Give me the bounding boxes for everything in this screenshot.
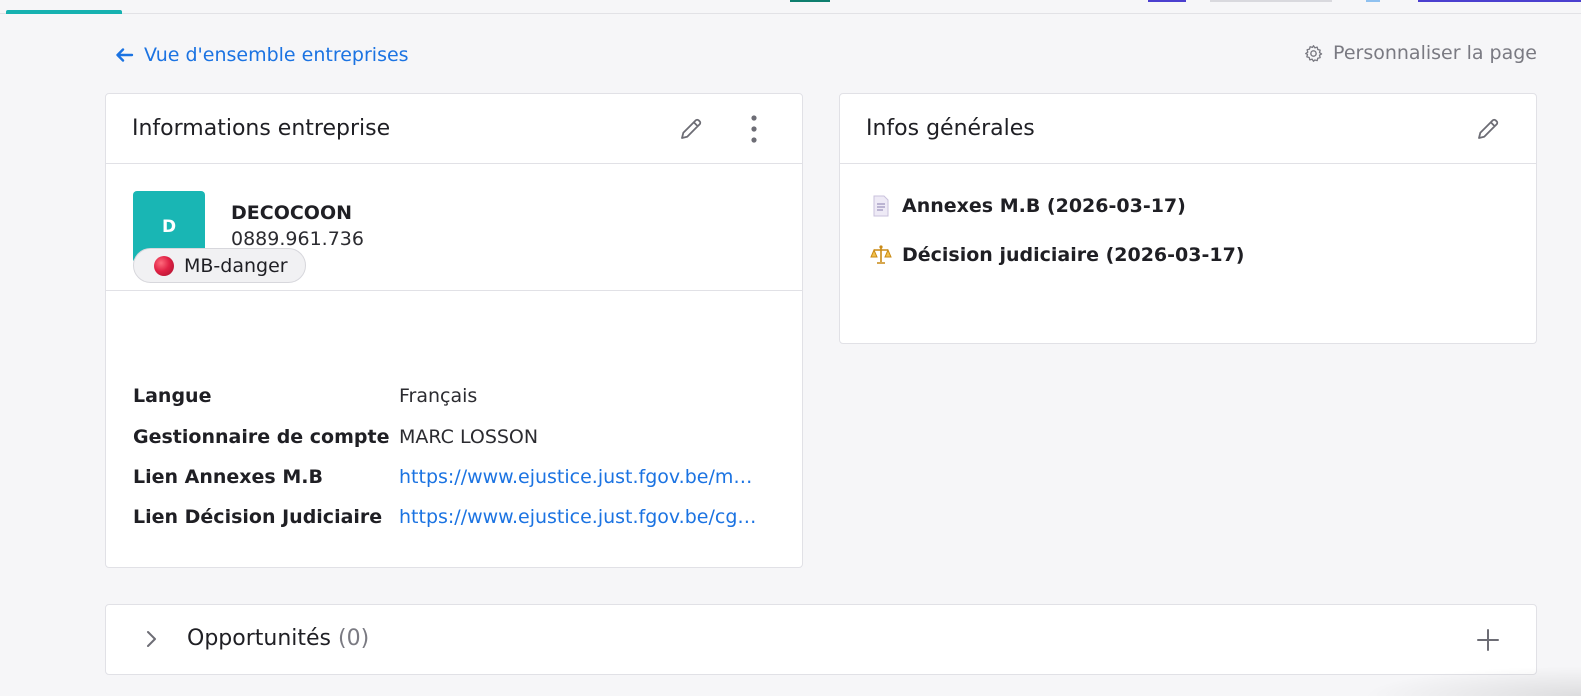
status-tag-label: MB-danger xyxy=(184,254,288,277)
customize-page-button[interactable]: Personnaliser la page xyxy=(1304,42,1537,64)
pencil-icon xyxy=(1478,118,1499,139)
field-row-language: Langue Français xyxy=(133,385,771,407)
add-icon[interactable] xyxy=(1474,626,1502,654)
edit-general-button[interactable] xyxy=(1472,113,1504,145)
toolbar-fragment xyxy=(1366,0,1380,2)
field-value: Français xyxy=(399,385,478,407)
field-row-judicial-link: Lien Décision Judiciaire https://www.eju… xyxy=(133,506,771,528)
judicial-decision-label: Décision judiciaire (2026-03-17) xyxy=(902,244,1245,266)
field-label: Lien Décision Judiciaire xyxy=(133,506,383,528)
more-options-button[interactable] xyxy=(738,113,770,145)
toolbar-fragment xyxy=(1148,0,1186,2)
annexes-item[interactable]: Annexes M.B (2026-03-17) xyxy=(870,195,1186,217)
field-label: Lien Annexes M.B xyxy=(133,466,323,488)
field-label: Gestionnaire de compte xyxy=(133,426,390,448)
annexes-label: Annexes M.B (2026-03-17) xyxy=(902,195,1186,217)
general-info-card: Infos générales Annexes M.B (2026-03-17)… xyxy=(839,93,1537,344)
opportunities-title: Opportunités (0) xyxy=(187,626,369,651)
company-number: 0889.961.736 xyxy=(231,228,364,250)
top-tab-bar xyxy=(0,0,1581,14)
field-row-annexes-link: Lien Annexes M.B https://www.ejustice.ju… xyxy=(133,466,771,488)
status-tag[interactable]: MB-danger xyxy=(133,248,306,283)
company-card-header: Informations entreprise xyxy=(106,94,802,164)
field-row-account-manager: Gestionnaire de compte MARC LOSSON xyxy=(133,426,771,448)
opportunities-count: (0) xyxy=(338,626,370,651)
red-dot-icon xyxy=(154,255,174,276)
corner-shadow xyxy=(1361,666,1581,696)
back-to-companies-link[interactable]: Vue d'ensemble entreprises xyxy=(114,44,409,66)
general-card-title: Infos générales xyxy=(866,116,1035,141)
field-label: Langue xyxy=(133,385,212,407)
opportunities-card[interactable]: Opportunités (0) xyxy=(105,604,1537,675)
company-name: DECOCOON xyxy=(231,202,352,224)
gear-icon xyxy=(1305,44,1323,62)
toolbar-fragment xyxy=(1418,0,1581,2)
logo-letter: D xyxy=(161,217,177,237)
arrow-left-icon xyxy=(116,48,134,62)
opportunities-label: Opportunités xyxy=(187,626,331,651)
pencil-icon xyxy=(681,118,702,139)
back-link-label: Vue d'ensemble entreprises xyxy=(144,44,409,66)
toolbar-fragment xyxy=(790,0,830,2)
general-card-header: Infos générales xyxy=(840,94,1536,164)
scales-icon xyxy=(870,244,892,266)
document-icon xyxy=(870,195,892,217)
toolbar-fragment xyxy=(1210,0,1332,2)
company-info-card: Informations entreprise D DECOCOON 0889.… xyxy=(105,93,803,568)
edit-company-button[interactable] xyxy=(675,113,707,145)
chevron-right-icon[interactable] xyxy=(140,627,164,651)
field-value: MARC LOSSON xyxy=(399,426,539,448)
judicial-decision-link[interactable]: https://www.ejustice.just.fgov.be/cg… xyxy=(399,506,771,528)
company-card-title: Informations entreprise xyxy=(132,116,391,141)
judicial-decision-item[interactable]: Décision judiciaire (2026-03-17) xyxy=(870,244,1244,266)
customize-label: Personnaliser la page xyxy=(1333,42,1537,64)
annexes-link[interactable]: https://www.ejustice.just.fgov.be/m… xyxy=(399,466,771,488)
active-tab-indicator xyxy=(6,10,122,14)
kebab-menu-icon xyxy=(751,115,757,143)
